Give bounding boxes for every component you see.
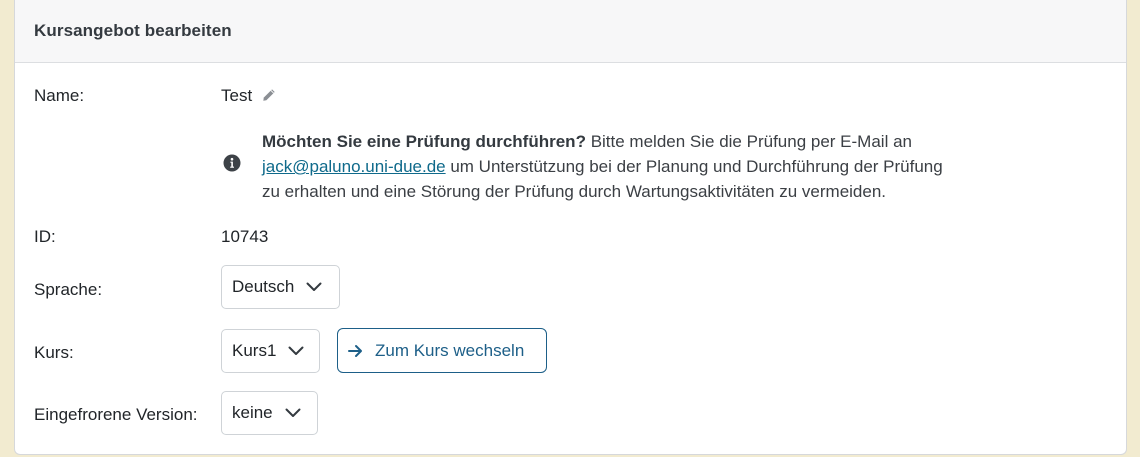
chevron-down-icon	[306, 282, 322, 291]
arrow-right-icon	[348, 344, 362, 357]
frozen-version-label: Eingefrorene Version:	[34, 405, 198, 424]
language-label: Sprache:	[34, 280, 103, 299]
exam-info-message: Möchten Sie eine Prüfung durchführen? Bi…	[262, 129, 1022, 204]
frozen-version-select-value: keine	[232, 403, 273, 422]
name-value-group: Test	[221, 86, 276, 106]
exam-info-text-1: Bitte melden Sie die Prüfung per E-Mail …	[585, 132, 912, 151]
frozen-version-select[interactable]: keine	[221, 391, 318, 435]
chevron-down-icon	[285, 408, 301, 417]
switch-to-course-button[interactable]: Zum Kurs wechseln	[337, 328, 547, 373]
id-value: 10743	[221, 227, 269, 246]
support-email-link[interactable]: jack@paluno.uni-due.de	[262, 157, 446, 176]
name-value: Test	[221, 86, 253, 105]
switch-to-course-label: Zum Kurs wechseln	[375, 340, 525, 360]
id-label: ID:	[34, 227, 56, 246]
card-title: Kursangebot bearbeiten	[34, 21, 232, 40]
course-select-value: Kurs1	[232, 341, 277, 360]
info-circle-icon	[223, 154, 241, 172]
pencil-icon[interactable]	[262, 87, 276, 101]
language-select[interactable]: Deutsch	[221, 265, 340, 309]
course-select[interactable]: Kurs1	[221, 329, 320, 373]
course-label: Kurs:	[34, 343, 74, 362]
name-label: Name:	[34, 86, 85, 105]
exam-info-text-2: um Unterstützung bei der Planung und Dur…	[445, 157, 943, 176]
language-select-value: Deutsch	[232, 277, 295, 296]
chevron-down-icon	[288, 346, 304, 355]
course-offering-card: Kursangebot bearbeiten Name: Test Möchte…	[14, 0, 1127, 455]
exam-info-text-3: zu erhalten und eine Störung der Prüfung…	[262, 182, 887, 201]
card-header: Kursangebot bearbeiten	[15, 0, 1126, 63]
exam-info-heading: Möchten Sie eine Prüfung durchführen?	[262, 132, 586, 151]
